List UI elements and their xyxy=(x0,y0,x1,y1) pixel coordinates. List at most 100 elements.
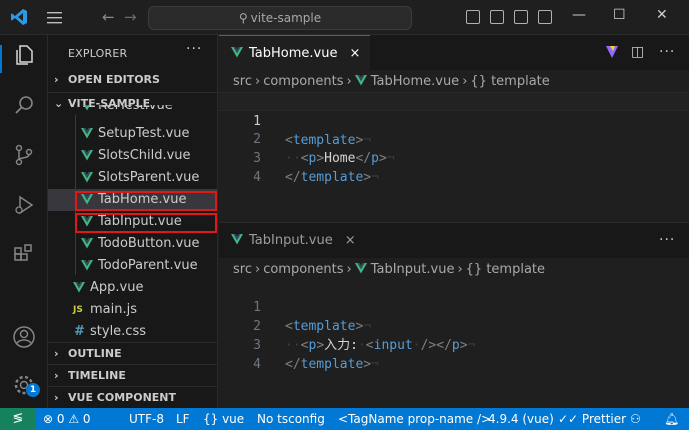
run-debug-icon xyxy=(15,195,34,215)
file-item-style-css[interactable]: # style.css xyxy=(48,321,217,343)
tab-label: TabHome.vue xyxy=(249,46,338,61)
outline-section[interactable]: › OUTLINE xyxy=(48,342,217,364)
tab-tabhome[interactable]: TabHome.vue × xyxy=(219,35,371,71)
minimize-icon[interactable]: — xyxy=(572,7,586,23)
file-item-slotschild[interactable]: SlotsChild.vue xyxy=(48,145,217,167)
explorer-title: EXPLORER xyxy=(68,47,128,60)
extensions-activity[interactable] xyxy=(0,235,48,275)
breadcrumb: src › components › TabInput.vue ›{} template xyxy=(233,262,546,277)
file-item-app[interactable]: App.vue xyxy=(48,277,217,299)
code-line[interactable]: 3 </template>¬ xyxy=(219,130,689,185)
accounts-activity[interactable] xyxy=(0,317,48,357)
file-item-todoparent[interactable]: TodoParent.vue xyxy=(48,255,217,277)
vite-preview-icon[interactable] xyxy=(605,45,619,59)
customize-layout-icon[interactable] xyxy=(538,10,552,24)
run-debug-activity[interactable] xyxy=(0,185,48,225)
manage-activity[interactable] xyxy=(0,365,48,405)
command-center-search[interactable]: ⚲ vite-sample xyxy=(148,6,412,30)
code-line[interactable]: 1 <template>¬ xyxy=(219,92,689,148)
split-editor-icon[interactable]: ◫ xyxy=(631,44,644,60)
toggle-panel-icon[interactable] xyxy=(490,10,504,24)
editor-group-bottom: TabInput.vue × ··· src › components › TabInpu… xyxy=(219,222,689,408)
timeline-section[interactable]: › TIMELINE xyxy=(48,364,217,386)
section-label: OUTLINE xyxy=(68,347,122,360)
breadcrumb-src[interactable]: src xyxy=(233,74,252,89)
vue-file-icon xyxy=(73,282,85,293)
editor-more-button[interactable]: ··· xyxy=(659,44,675,60)
vue-file-icon xyxy=(354,75,367,86)
file-item-main-js[interactable]: JS main.js xyxy=(48,299,217,321)
file-item-slotsparent[interactable]: SlotsParent.vue xyxy=(48,167,217,189)
close-tab-icon[interactable]: × xyxy=(349,36,360,71)
copilot-icon[interactable]: ⚇ xyxy=(630,408,641,430)
breadcrumb-src[interactable]: src xyxy=(233,262,252,277)
file-name: SlotsChild.vue xyxy=(98,148,191,163)
editor-more-button[interactable]: ··· xyxy=(659,232,675,248)
toggle-primary-sidebar-icon[interactable] xyxy=(466,10,480,24)
breadcrumb-symbol[interactable]: {} template xyxy=(466,262,545,277)
breadcrumb-components[interactable]: components xyxy=(263,74,343,89)
explorer-activity[interactable] xyxy=(0,35,48,75)
problems-status[interactable]: ⊗ 0 ⚠ 0 xyxy=(43,408,91,430)
file-item-todobutton[interactable]: TodoButton.vue xyxy=(48,233,217,255)
notifications-bell-icon[interactable]: 🔔︎ xyxy=(664,408,679,430)
vue-file-icon xyxy=(81,150,93,161)
explorer-more-button[interactable]: ··· xyxy=(186,41,202,57)
eol-status[interactable]: LF xyxy=(176,408,190,430)
highlight-box-tabhome xyxy=(75,191,217,211)
vue-file-icon xyxy=(81,260,93,271)
manage-badge: 1 xyxy=(26,383,40,397)
tab-bar: TabInput.vue × ··· xyxy=(219,223,689,258)
file-name: App.vue xyxy=(90,280,144,295)
highlight-box-tabinput xyxy=(75,213,217,233)
vue-file-icon xyxy=(81,128,93,139)
breadcrumb-file[interactable]: TabInput.vue xyxy=(371,262,455,277)
forward-arrow-icon[interactable]: → xyxy=(124,8,137,26)
menu-icon[interactable] xyxy=(46,9,63,26)
section-label: OPEN EDITORS xyxy=(68,73,160,86)
vue-preview-section[interactable]: › VUE COMPONENT PREVIEW xyxy=(48,386,217,408)
file-item-reftest[interactable]: RefTest.vue xyxy=(48,105,217,119)
code-line[interactable]: 3 </template>¬ xyxy=(219,317,689,372)
code-line[interactable]: 4 xyxy=(219,149,689,185)
code-token: template xyxy=(300,357,364,372)
close-tab-icon[interactable]: × xyxy=(345,223,356,258)
version-status[interactable]: 4.9.4 (vue) xyxy=(488,408,554,430)
back-arrow-icon[interactable]: ← xyxy=(102,8,115,26)
tab-tabinput[interactable]: TabInput.vue × xyxy=(219,223,366,258)
prettier-status[interactable]: ✓✓ Prettier xyxy=(558,408,626,430)
encoding-status[interactable]: UTF-8 xyxy=(129,408,164,430)
css-file-icon: # xyxy=(74,324,85,339)
code-line[interactable]: 2 ··<p>入力:·<input·/></p>¬ xyxy=(219,298,689,353)
file-name: style.css xyxy=(90,324,146,339)
file-name: SlotsParent.vue xyxy=(98,170,200,185)
breadcrumb-symbol[interactable]: {} template xyxy=(470,74,549,89)
code-line[interactable]: 1 <template>¬ xyxy=(219,279,689,334)
explorer-sidebar: EXPLORER ··· › OPEN EDITORS ⌄ VITE-SAMPL… xyxy=(48,35,218,408)
code-line[interactable]: 4 xyxy=(219,336,689,372)
active-indicator xyxy=(0,45,2,73)
file-name: TodoButton.vue xyxy=(98,236,200,251)
toggle-secondary-sidebar-icon[interactable] xyxy=(514,10,528,24)
code-token: </ xyxy=(285,170,301,185)
chevron-right-icon: › xyxy=(54,391,59,404)
source-control-activity[interactable] xyxy=(0,135,48,175)
maximize-icon[interactable]: ☐ xyxy=(613,7,626,23)
breadcrumb-components[interactable]: components xyxy=(263,262,343,277)
code-token: template xyxy=(300,170,364,185)
remote-indicator-icon[interactable]: ≶ xyxy=(0,408,36,430)
vue-file-icon xyxy=(81,238,93,249)
search-activity[interactable] xyxy=(0,85,48,125)
open-editors-section[interactable]: › OPEN EDITORS xyxy=(48,69,217,91)
close-window-icon[interactable]: ✕ xyxy=(656,7,668,23)
breadcrumb: src › components › TabHome.vue ›{} template xyxy=(233,74,550,89)
line-number: 4 xyxy=(253,170,261,185)
tag-name-status[interactable]: <TagName prop-name /> xyxy=(338,408,491,430)
account-icon xyxy=(13,326,35,348)
file-item-setuptest[interactable]: SetupTest.vue xyxy=(48,123,217,145)
code-line[interactable]: 2 ··<p>Home</p>¬ xyxy=(219,111,689,166)
chevron-right-icon: › xyxy=(54,73,59,86)
tsconfig-status[interactable]: No tsconfig xyxy=(257,408,325,430)
language-status[interactable]: {} vue xyxy=(203,408,244,430)
breadcrumb-file[interactable]: TabHome.vue xyxy=(371,74,459,89)
